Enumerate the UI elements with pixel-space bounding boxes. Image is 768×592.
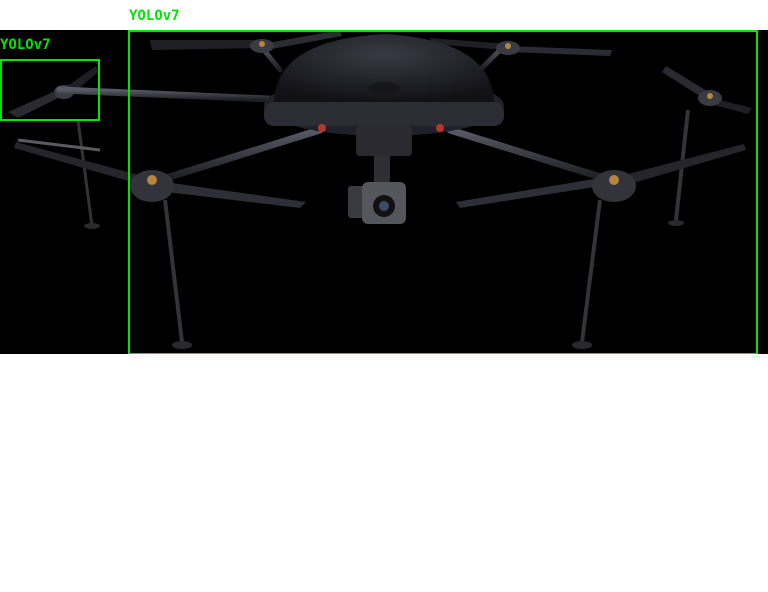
detection-box-drone <box>128 30 758 355</box>
blank-area <box>0 354 768 592</box>
detection-label-rotor: YOLOv7 <box>0 37 51 53</box>
detection-label-drone: YOLOv7 <box>129 8 180 24</box>
detection-box-rotor <box>0 59 100 121</box>
